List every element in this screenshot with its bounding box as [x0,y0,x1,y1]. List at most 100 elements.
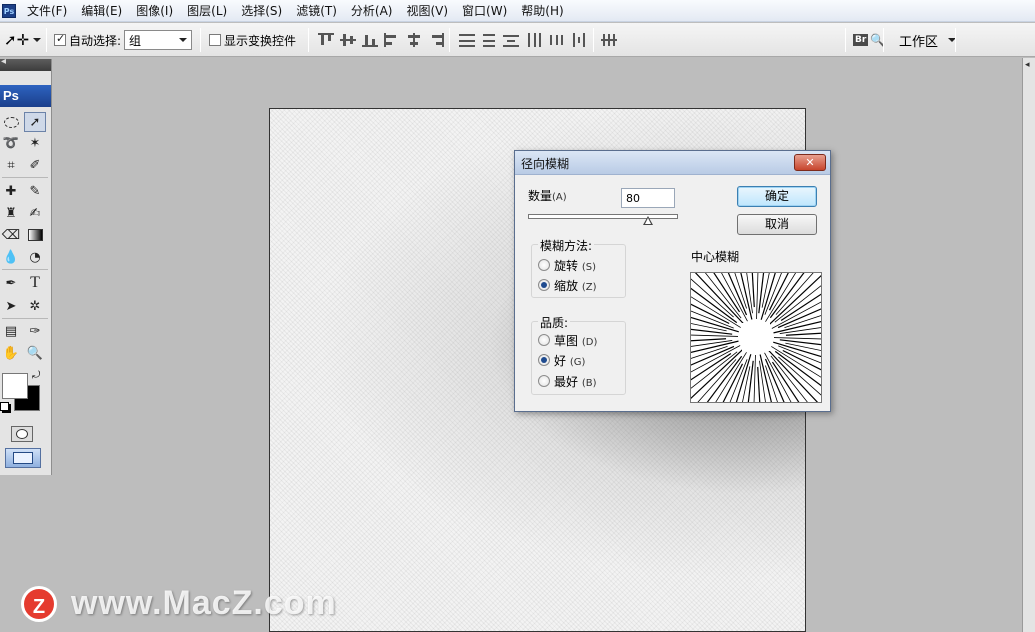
auto-select-value: 组 [129,33,142,48]
eyedropper-icon: ✑ [29,323,41,339]
chevron-left-icon: ◂ [1025,60,1030,70]
align-vcenter-icon[interactable] [340,33,356,47]
move-icon: ➚ [29,114,41,130]
menu-image[interactable]: 图像(I) [129,0,180,22]
amount-slider-thumb[interactable] [643,216,653,225]
blur-drop-icon: 💧 [2,249,20,265]
slice-icon: ✐ [29,157,41,173]
zoom-ray [778,356,821,396]
align-hcenter-icon[interactable] [406,33,422,47]
dodge-tool[interactable]: ◔ [24,247,46,267]
menu-analysis[interactable]: 分析(A) [344,0,400,22]
menu-layer[interactable]: 图层(L) [180,0,234,22]
healing-brush-tool[interactable]: ✚ [0,181,22,201]
auto-align-icon[interactable] [601,33,617,47]
close-button[interactable]: ✕ [794,154,826,171]
move-tool[interactable]: ➚ [24,112,46,132]
lasso-tool[interactable]: ➰ [0,133,22,153]
distribute-left-icon[interactable] [527,33,543,47]
distribute-hcenter-icon[interactable] [549,33,565,47]
quality-best-radio[interactable] [538,375,550,387]
amount-input[interactable]: 80 [621,188,675,208]
options-bar: ➚✛ 自动选择: 组 显示变换控件 [0,23,1035,57]
history-brush-tool[interactable]: ✍ [24,203,46,223]
ps-badge: Ps [0,85,51,107]
blur-center-preview[interactable] [690,272,822,403]
move-tool-preset[interactable]: ➚✛ [4,23,42,57]
amount-slider[interactable] [528,214,678,219]
zoom-rays-graphic [691,273,821,402]
method-spin-radio[interactable] [538,259,550,271]
align-top-icon[interactable] [318,33,334,47]
auto-select-checkbox[interactable] [54,32,66,46]
screen-mode-icon [13,452,33,464]
magic-wand-tool[interactable]: ✶ [24,133,46,153]
method-spin-label: 旋转 (S) [554,259,596,273]
brush-icon: ✎ [29,183,41,199]
pen-tool[interactable]: ✒ [0,273,22,293]
menu-window[interactable]: 窗口(W) [455,0,514,22]
toolbox: Ps ➚ ➰ ✶ ⌗ ✐ ✚ ✎ ♜ ✍ ⌫ 💧 ◔ ✒ T ➤ ✲ ▤ ✑ ✋… [0,56,52,475]
slice-tool[interactable]: ✐ [24,155,46,175]
bridge-button[interactable]: Br 🔍 [853,23,885,57]
distribute-bottom-icon[interactable] [503,33,519,47]
brush-tool[interactable]: ✎ [24,181,46,201]
eyedropper-tool[interactable]: ✑ [24,321,46,341]
align-left-icon[interactable] [384,33,400,47]
auto-select-dropdown[interactable]: 组 [124,30,192,50]
type-tool[interactable]: T [24,273,46,293]
menu-edit[interactable]: 编辑(E) [74,0,129,22]
cancel-button[interactable]: 取消 [737,214,817,235]
zoom-tool[interactable]: 🔍 [24,343,46,363]
zoom-ray [767,349,819,402]
distribute-horizontal-group [527,23,593,57]
app-icon: Ps [2,3,16,18]
default-colors-icon[interactable] [0,402,9,411]
distribute-vcenter-icon[interactable] [481,33,497,47]
method-zoom-radio[interactable] [538,279,550,291]
gradient-tool[interactable] [24,225,46,245]
bandage-icon: ✚ [5,183,17,199]
distribute-top-icon[interactable] [459,33,475,47]
quality-good-label: 好 (G) [554,354,586,368]
menu-file[interactable]: 文件(F) [20,0,74,22]
quick-mask-button[interactable] [11,426,33,442]
panel-dock-strip[interactable]: ◂ [1022,58,1035,632]
show-transform-checkbox[interactable] [209,34,221,46]
custom-shape-tool[interactable]: ✲ [24,296,46,316]
quality-good-radio[interactable] [538,354,550,366]
quality-label: 品质: [538,314,571,331]
blur-tool[interactable]: 💧 [0,247,22,267]
align-right-icon[interactable] [428,33,444,47]
notes-tool[interactable]: ▤ [0,321,22,341]
hand-tool[interactable]: ✋ [0,343,22,363]
foreground-color-swatch[interactable] [2,373,28,399]
quality-draft-radio[interactable] [538,334,550,346]
align-horizontal-group [384,23,450,57]
swap-colors-icon[interactable]: ⤾ [32,370,40,381]
zoom-ray [691,348,744,400]
menu-filter[interactable]: 滤镜(T) [289,0,344,22]
blur-method-label: 模糊方法: [538,237,595,254]
watermark-logo: Z [21,585,57,622]
distribute-right-icon[interactable] [571,33,587,47]
toolbox-collapse-grip[interactable] [0,56,51,71]
menu-view[interactable]: 视图(V) [399,0,455,22]
path-selection-tool[interactable]: ➤ [0,296,22,316]
distribute-vertical-group [459,23,525,57]
zoom-ray [691,278,734,318]
screen-mode-button[interactable] [5,448,41,468]
menu-help[interactable]: 帮助(H) [514,0,570,22]
menu-bar: Ps 文件(F) 编辑(E) 图像(I) 图层(L) 选择(S) 滤镜(T) 分… [0,0,1035,22]
clone-stamp-tool[interactable]: ♜ [0,203,22,223]
ok-button[interactable]: 确定 [737,186,817,207]
crop-tool[interactable]: ⌗ [0,155,22,175]
type-icon: T [30,274,40,291]
menu-select[interactable]: 选择(S) [234,0,289,22]
dialog-titlebar[interactable]: 径向模糊 ✕ [515,151,830,175]
eraser-tool[interactable]: ⌫ [0,225,22,245]
align-bottom-icon[interactable] [362,33,378,47]
workspace-menu[interactable]: 工作区 [893,23,957,57]
elliptical-marquee-tool[interactable] [0,112,22,132]
blur-center-label: 中心模糊 [691,250,740,264]
